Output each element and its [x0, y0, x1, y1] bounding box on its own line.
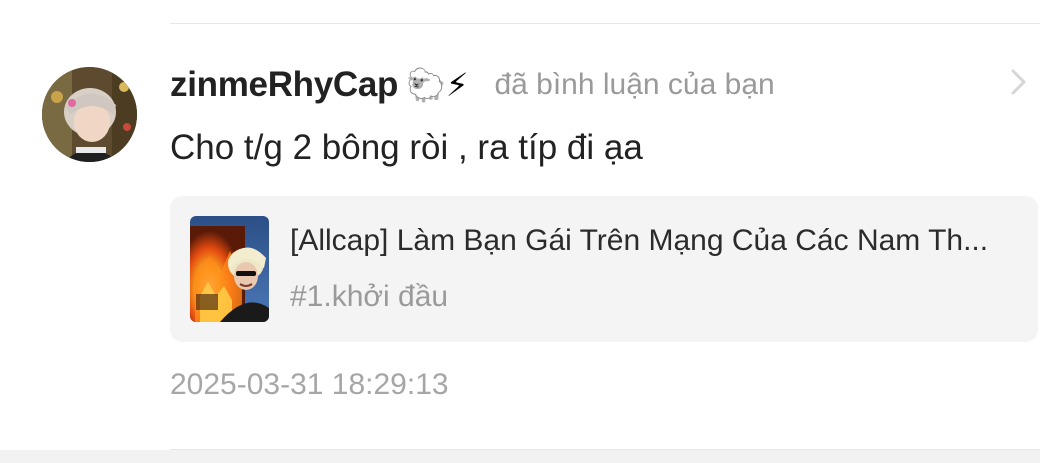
chapter-label: #1.khởi đầu: [290, 280, 449, 313]
user-badges: 🐑 ⚡: [406, 69, 468, 101]
username-link[interactable]: zinmeRhyCap: [170, 65, 398, 105]
chevron-right-icon[interactable]: [1006, 68, 1030, 96]
user-avatar[interactable]: [42, 67, 137, 162]
story-title: [Allcap] Làm Bạn Gái Trên Mạng Của Các N…: [290, 224, 989, 257]
avatar-image: [42, 67, 137, 162]
comment-text: Cho t/g 2 bông ròi , ra típ đi ạa: [170, 128, 643, 167]
lightning-icon: ⚡: [445, 67, 469, 103]
timestamp: 2025-03-31 18:29:13: [170, 368, 449, 401]
action-text: đã bình luận của bạn: [494, 68, 775, 101]
story-cover-image: [190, 216, 269, 322]
section-separator: [0, 450, 1040, 463]
notification-header: zinmeRhyCap 🐑 ⚡ đã bình luận của bạn: [170, 60, 775, 110]
notification-page: zinmeRhyCap 🐑 ⚡ đã bình luận của bạn Cho…: [0, 0, 1040, 463]
sheep-icon: 🐑: [406, 67, 446, 103]
story-card[interactable]: [Allcap] Làm Bạn Gái Trên Mạng Của Các N…: [170, 196, 1038, 342]
top-divider: [170, 23, 1040, 24]
